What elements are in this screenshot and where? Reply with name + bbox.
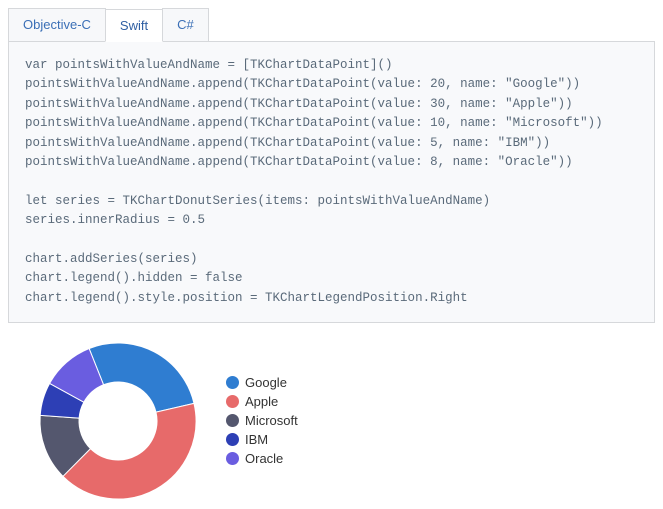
donut-chart-area: Google Apple Microsoft IBM Oracle (8, 323, 655, 501)
legend-swatch (226, 452, 239, 465)
legend-label: Google (245, 375, 287, 390)
chart-legend: Google Apple Microsoft IBM Oracle (226, 375, 298, 466)
legend-swatch (226, 414, 239, 427)
legend-item-apple: Apple (226, 394, 298, 409)
legend-swatch (226, 395, 239, 408)
legend-swatch (226, 376, 239, 389)
legend-item-ibm: IBM (226, 432, 298, 447)
legend-item-oracle: Oracle (226, 451, 298, 466)
legend-swatch (226, 433, 239, 446)
donut-chart (38, 341, 198, 501)
legend-label: IBM (245, 432, 268, 447)
tab-swift[interactable]: Swift (105, 9, 163, 42)
tab-objective-c[interactable]: Objective-C (8, 8, 106, 41)
language-tabs: Objective-C Swift C# (8, 8, 655, 42)
donut-slice-google (89, 343, 194, 412)
legend-item-google: Google (226, 375, 298, 390)
legend-item-microsoft: Microsoft (226, 413, 298, 428)
tab-csharp[interactable]: C# (162, 8, 209, 41)
legend-label: Oracle (245, 451, 283, 466)
legend-label: Microsoft (245, 413, 298, 428)
legend-label: Apple (245, 394, 278, 409)
code-sample: var pointsWithValueAndName = [TKChartDat… (8, 42, 655, 323)
